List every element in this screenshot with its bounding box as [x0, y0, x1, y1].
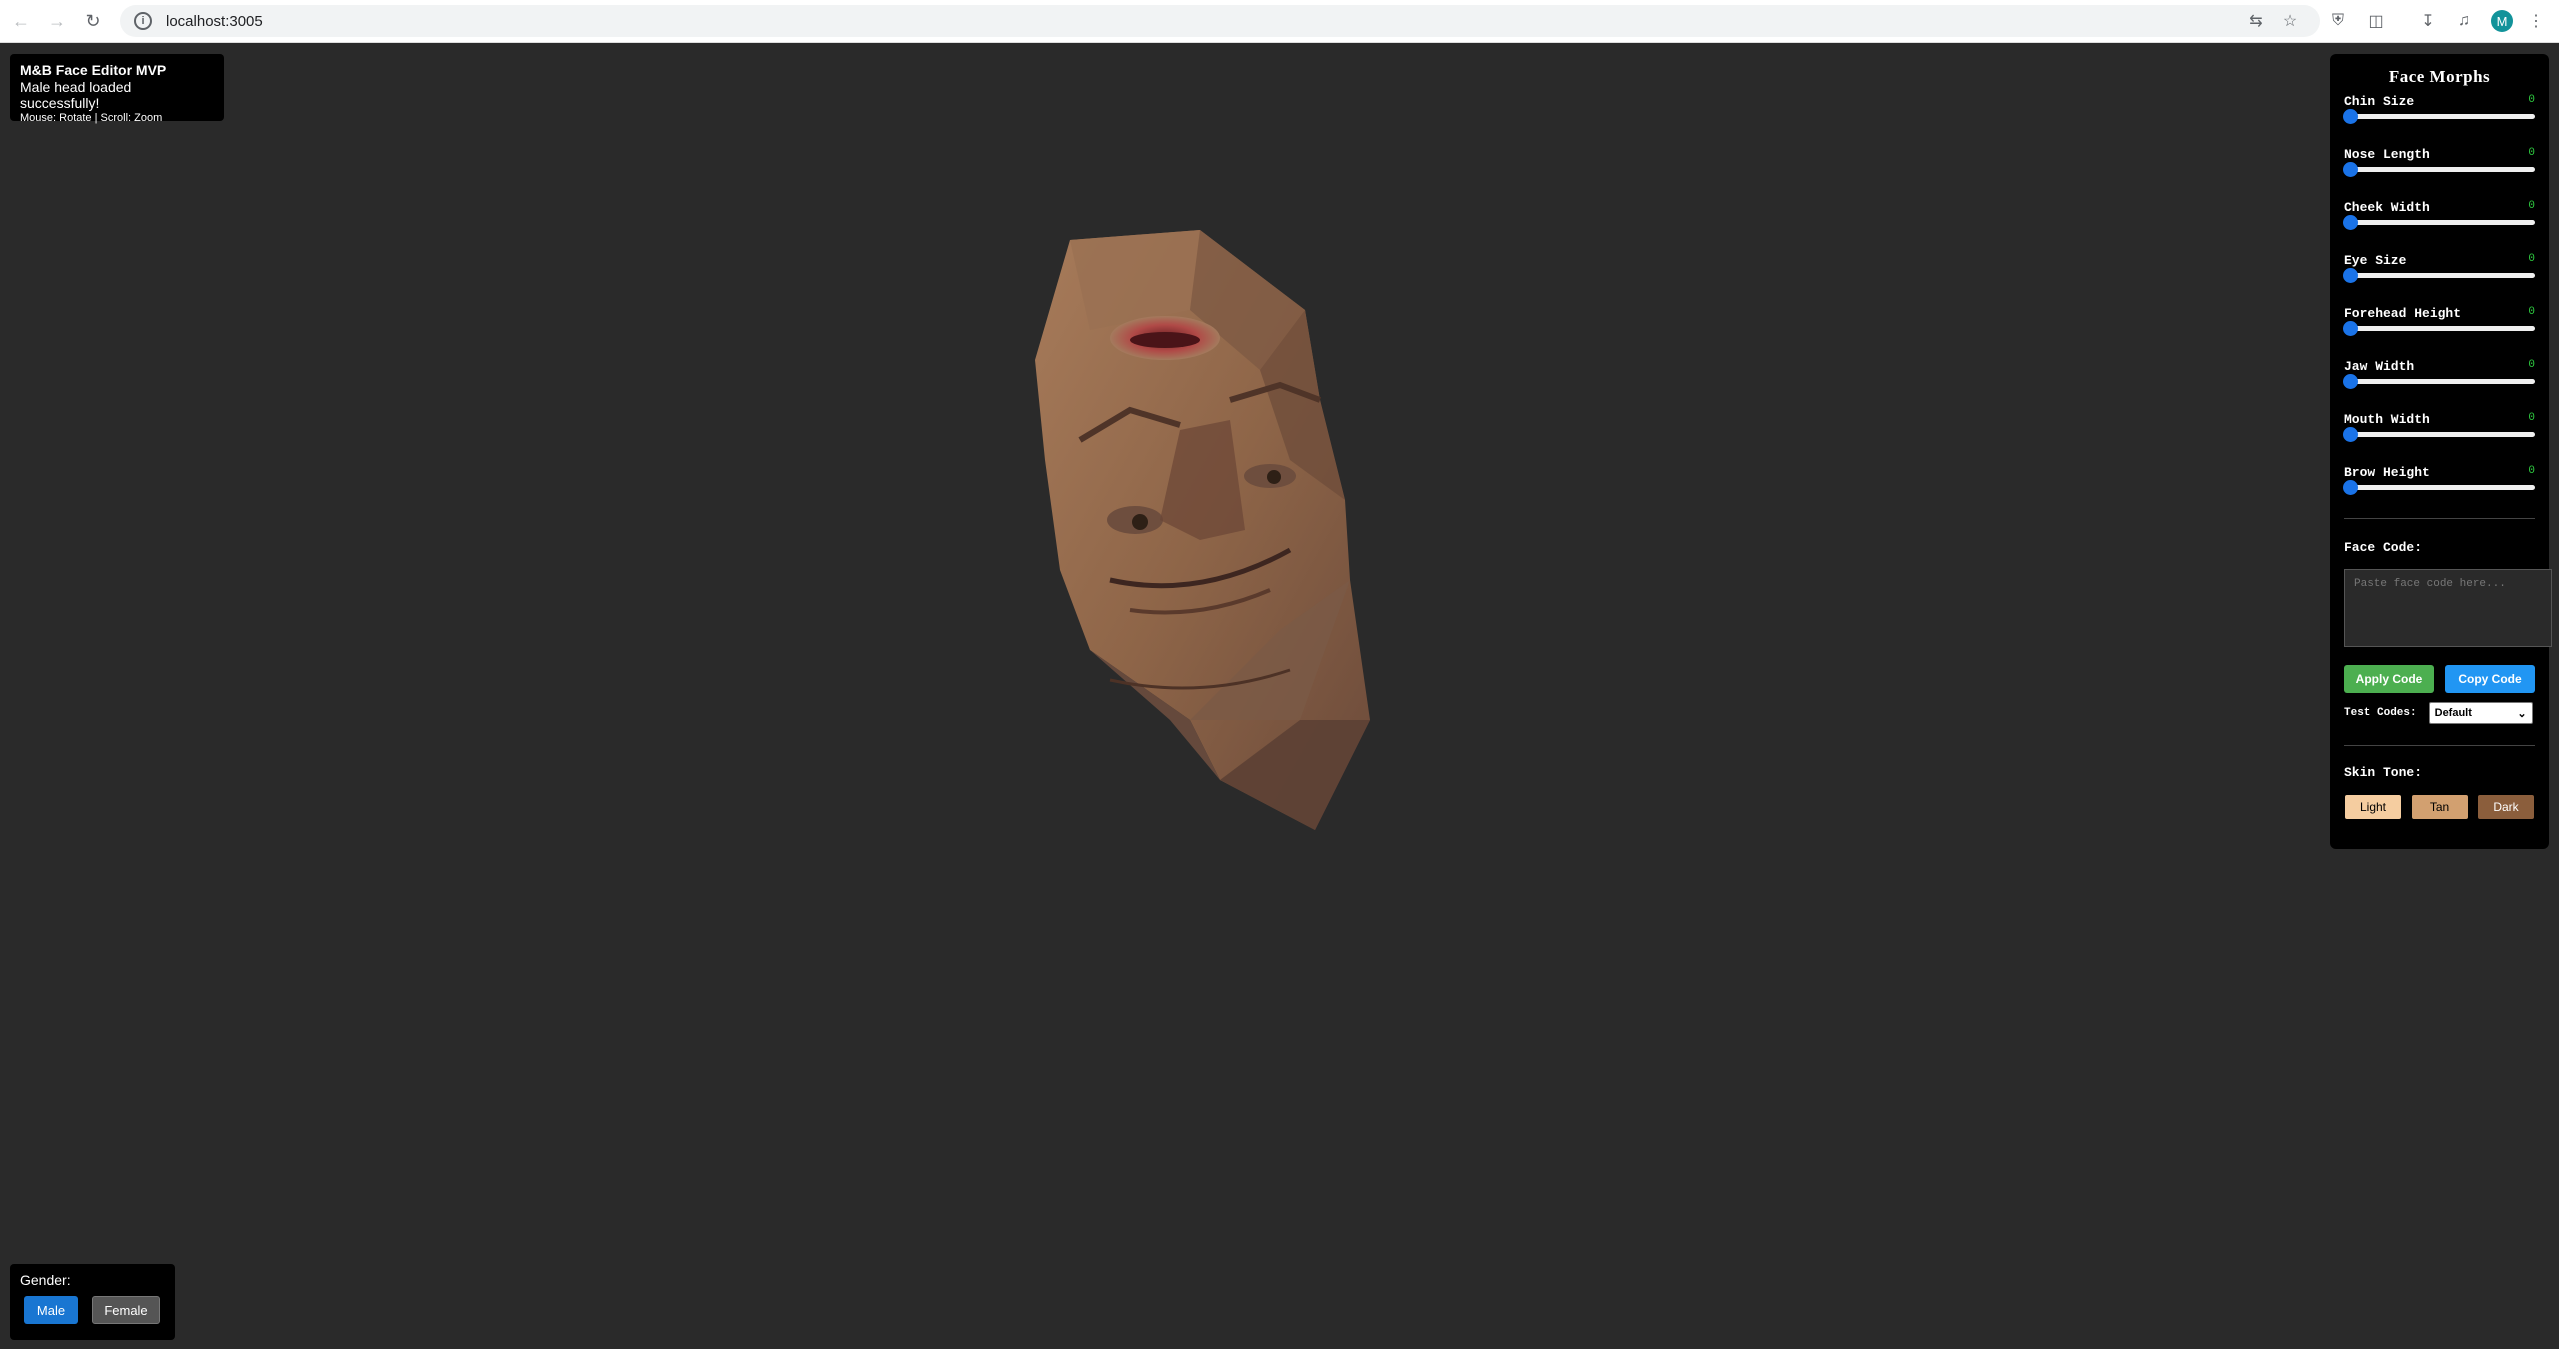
skin-tone-light-button[interactable]: Light [2344, 794, 2402, 820]
shield-icon[interactable]: ⛨ [2326, 9, 2350, 33]
slider-label-brow-height: Brow Height [2344, 465, 2430, 480]
slider-value-jaw-width: 0 [2528, 359, 2535, 371]
status-text: Male head loaded successfully! [20, 79, 132, 111]
skin-tone-row: Light Tan Dark [2344, 794, 2535, 820]
slider-label-jaw-width: Jaw Width [2344, 359, 2415, 374]
slider-row: Nose Length 0 [2343, 142, 2535, 195]
slider-row: Brow Height 0 [2343, 460, 2535, 513]
info-icon[interactable]: i [134, 12, 152, 30]
slider-value-forehead-height: 0 [2528, 306, 2535, 318]
copy-code-button[interactable]: Copy Code [2445, 665, 2535, 693]
slider-eye-size[interactable] [2343, 268, 2535, 283]
back-icon[interactable]: ← [8, 8, 34, 34]
browser-toolbar: ← → ↻ i localhost:3005 ⇆ ☆ ⛨ ◫ ↧ ♫ M ⋮ [0, 0, 2559, 43]
slider-value-cheek-width: 0 [2528, 200, 2535, 212]
slider-value-brow-height: 0 [2528, 465, 2535, 477]
download-icon[interactable]: ↧ [2416, 9, 2440, 33]
face-code-textarea[interactable]: Paste face code here... [2344, 569, 2552, 647]
slider-row: Mouth Width 0 [2343, 407, 2535, 460]
divider [2344, 745, 2535, 746]
slider-mouth-width[interactable] [2343, 427, 2535, 442]
url-text[interactable]: localhost:3005 [166, 13, 263, 30]
slider-jaw-width[interactable] [2343, 374, 2535, 389]
male-button[interactable]: Male [24, 1296, 78, 1324]
slider-label-nose-length: Nose Length [2344, 147, 2430, 162]
slider-cheek-width[interactable] [2343, 215, 2535, 230]
extensions-icon[interactable]: ◫ [2364, 9, 2388, 33]
slider-value-eye-size: 0 [2528, 253, 2535, 265]
slider-thumb[interactable] [2343, 321, 2358, 336]
slider-chin-size[interactable] [2343, 109, 2535, 124]
media-icon[interactable]: ♫ [2452, 9, 2476, 33]
skin-tone-tan-button[interactable]: Tan [2410, 794, 2469, 820]
slider-value-chin-size: 0 [2528, 94, 2535, 106]
slider-label-eye-size: Eye Size [2344, 253, 2407, 268]
skin-tone-label: Skin Tone: [2344, 765, 2423, 780]
gender-button-row: Male Female [20, 1296, 165, 1324]
slider-thumb[interactable] [2343, 162, 2358, 177]
slider-row: Forehead Height 0 [2343, 301, 2535, 354]
slider-brow-height[interactable] [2343, 480, 2535, 495]
star-icon[interactable]: ☆ [2278, 9, 2302, 33]
test-codes-label: Test Codes: [2344, 707, 2417, 719]
slider-row: Chin Size 0 [2343, 89, 2535, 142]
slider-row: Eye Size 0 [2343, 248, 2535, 301]
slider-row: Jaw Width 0 [2343, 354, 2535, 407]
female-button[interactable]: Female [92, 1296, 160, 1324]
test-codes-selected: Default [2434, 707, 2472, 719]
slider-thumb[interactable] [2343, 109, 2358, 124]
slider-thumb[interactable] [2343, 427, 2358, 442]
forward-icon[interactable]: → [44, 8, 70, 34]
reload-icon[interactable]: ↻ [80, 8, 106, 34]
head-3d-viewport[interactable] [960, 200, 1460, 860]
info-overlay: M&B Face Editor MVP Male head loaded suc… [10, 54, 224, 124]
slider-nose-length[interactable] [2343, 162, 2535, 177]
chevron-down-icon: ⌄ [2517, 707, 2527, 720]
slider-forehead-height[interactable] [2343, 321, 2535, 336]
translate-icon[interactable]: ⇆ [2244, 9, 2268, 33]
slider-list: Chin Size 0 Nose Length 0 Cheek Width 0 Eye Si… [2343, 89, 2535, 513]
address-bar[interactable]: i localhost:3005 [120, 5, 2320, 37]
slider-thumb[interactable] [2343, 480, 2358, 495]
slider-thumb[interactable] [2343, 215, 2358, 230]
face-morphs-panel: Face Morphs Chin Size 0 Nose Length 0 Cheek … [2330, 54, 2552, 849]
head-model [1035, 230, 1370, 830]
slider-label-forehead-height: Forehead Height [2344, 306, 2462, 321]
test-codes-row: Test Codes: Default ⌄ [2344, 702, 2535, 724]
app-title: M&B Face Editor MVP [20, 62, 167, 78]
slider-thumb[interactable] [2343, 268, 2358, 283]
panel-title: Face Morphs [2388, 67, 2491, 86]
controls-hint: Mouse: Rotate | Scroll: Zoom [20, 112, 163, 124]
avatar[interactable]: M [2491, 10, 2513, 32]
gender-label: Gender: [20, 1272, 71, 1288]
slider-value-nose-length: 0 [2528, 147, 2535, 159]
slider-label-chin-size: Chin Size [2344, 94, 2415, 109]
slider-label-cheek-width: Cheek Width [2344, 200, 2430, 215]
face-code-label: Face Code: [2344, 540, 2423, 555]
slider-label-mouth-width: Mouth Width [2344, 412, 2430, 427]
gender-panel: Gender: Male Female [10, 1264, 175, 1340]
slider-value-mouth-width: 0 [2528, 412, 2535, 424]
divider [2344, 518, 2535, 519]
code-button-row: Apply Code Copy Code [2344, 665, 2535, 693]
menu-icon[interactable]: ⋮ [2524, 9, 2548, 33]
slider-row: Cheek Width 0 [2343, 195, 2535, 248]
slider-thumb[interactable] [2343, 374, 2358, 389]
test-codes-select[interactable]: Default ⌄ [2428, 702, 2533, 724]
apply-code-button[interactable]: Apply Code [2344, 665, 2434, 693]
skin-tone-dark-button[interactable]: Dark [2477, 794, 2535, 820]
